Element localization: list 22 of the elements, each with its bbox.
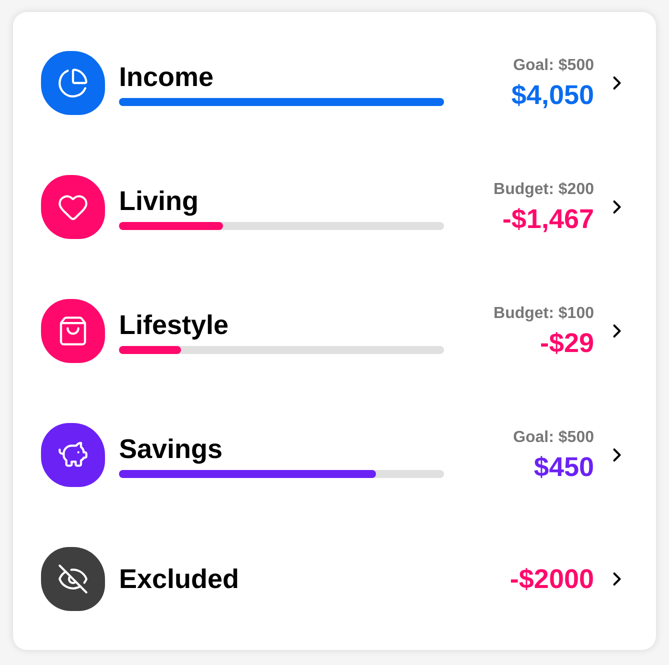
eye-off-icon [57,563,89,595]
category-caption: Goal: $500 [513,428,594,448]
category-amount: $4,050 [511,79,594,112]
category-row[interactable]: Savings Goal: $500 $450 [41,410,628,500]
category-name: Lifestyle [119,309,230,342]
category-name: Living [119,185,200,218]
category-name: Excluded [119,563,240,596]
category-name: Income [119,61,215,94]
category-amount: -$2000 [510,563,594,596]
pie-chart-icon [57,67,89,99]
category-caption: Budget: $200 [494,180,594,200]
category-caption: Budget: $100 [494,304,594,324]
shopping-bag-icon [57,315,89,347]
category-row[interactable]: Living Budget: $200 -$1,467 [41,162,628,252]
category-caption: Goal: $500 [513,56,594,76]
category-amount: -$1,467 [502,203,594,236]
category-row[interactable]: Lifestyle Budget: $100 -$29 [41,286,628,376]
category-row[interactable]: Income Goal: $500 $4,050 [41,38,628,128]
category-amount: -$29 [540,327,594,360]
category-amount: $450 [534,451,594,484]
category-name: Savings [119,433,224,466]
category-row[interactable]: Excluded -$2000 [41,534,628,624]
